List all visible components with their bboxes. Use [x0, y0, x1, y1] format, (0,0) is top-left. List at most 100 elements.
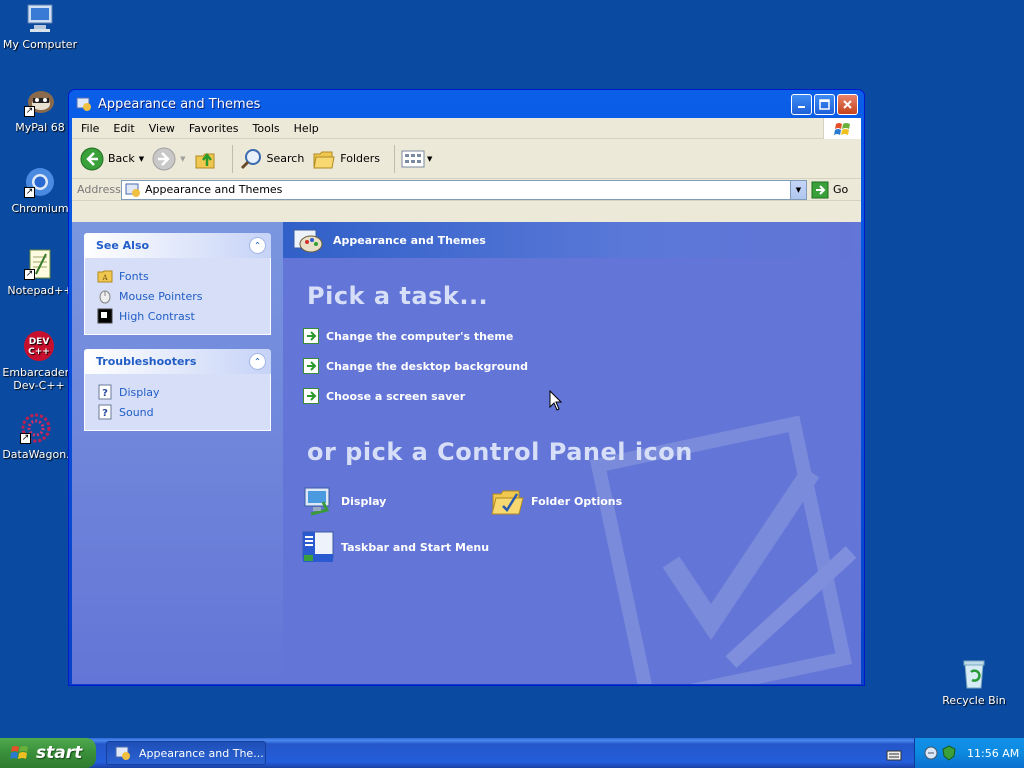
forward-button[interactable]: ▼	[152, 147, 186, 171]
window-client: File Edit View Favorites Tools Help Back…	[72, 118, 861, 684]
cp-icon-taskbar-start-menu[interactable]: Taskbar and Start Menu	[301, 530, 489, 564]
folders-icon	[313, 151, 335, 168]
menu-favorites[interactable]: Favorites	[182, 122, 246, 135]
task-change-background[interactable]: Change the desktop background	[303, 358, 528, 374]
folders-button[interactable]: Folders	[312, 147, 380, 171]
views-icon	[401, 150, 425, 167]
title-bar[interactable]: Appearance and Themes	[72, 90, 861, 118]
see-also-box: See Also ⌃ A Fonts Mouse Pointers High C…	[84, 233, 271, 335]
security-shield-icon[interactable]	[941, 745, 957, 761]
desktop-icon-label: Recycle Bin	[942, 694, 1006, 707]
start-label: start	[36, 743, 83, 763]
system-tray: 11:56 AM	[914, 738, 1024, 768]
clock[interactable]: 11:56 AM	[967, 747, 1019, 760]
troubleshooter-display[interactable]: ? Display	[97, 382, 260, 402]
main-pane: Appearance and Themes Pick a task... Cha…	[283, 222, 861, 684]
mouse-cursor-icon	[549, 390, 563, 411]
troubleshooter-label: Display	[119, 385, 160, 399]
help-icon: ?	[98, 404, 112, 420]
troubleshooter-label: Sound	[119, 405, 154, 419]
go-button[interactable]: Go	[811, 181, 848, 199]
checkmark-watermark-icon	[581, 382, 861, 684]
see-also-mouse-pointers[interactable]: Mouse Pointers	[97, 286, 260, 306]
search-button[interactable]: Search	[239, 147, 304, 171]
minimize-button[interactable]	[791, 93, 812, 115]
cp-icon-label: Taskbar and Start Menu	[341, 540, 490, 554]
folders-label: Folders	[340, 152, 381, 165]
troubleshooter-sound[interactable]: ? Sound	[97, 402, 260, 422]
desktop-icon-my-computer[interactable]: My Computer	[0, 2, 80, 51]
mypal-icon: ↗	[24, 85, 56, 117]
troubleshooters-body: ? Display ? Sound	[84, 374, 271, 431]
pick-task-heading: Pick a task...	[307, 282, 489, 310]
see-also-fonts[interactable]: A Fonts	[97, 266, 260, 286]
task-change-theme[interactable]: Change the computer's theme	[303, 328, 513, 344]
desktop-icon-datawagon[interactable]: ↗ DataWagon.	[0, 412, 78, 461]
shortcut-arrow-icon: ↗	[24, 269, 35, 280]
help-icon: ?	[98, 384, 112, 400]
address-input[interactable]: Appearance and Themes ▼	[121, 179, 807, 200]
close-icon	[843, 99, 852, 109]
see-also-header[interactable]: See Also ⌃	[84, 233, 271, 258]
devcpp-icon: DEV C++	[23, 330, 55, 362]
chromium-icon: ↗	[24, 166, 56, 198]
minimize-icon	[797, 106, 805, 108]
menu-help[interactable]: Help	[287, 122, 326, 135]
network-icon[interactable]	[923, 745, 939, 761]
menu-view[interactable]: View	[142, 122, 182, 135]
troubleshooters-title: Troubleshooters	[96, 355, 197, 368]
menu-edit[interactable]: Edit	[106, 122, 141, 135]
menu-bar: File Edit View Favorites Tools Help	[72, 118, 861, 139]
shortcut-arrow-icon: ↗	[24, 187, 35, 198]
datawagon-icon: ↗	[20, 412, 52, 444]
up-folder-button[interactable]	[194, 147, 218, 171]
explorer-window: Appearance and Themes File Edit View Fav…	[68, 89, 865, 686]
display-icon	[304, 487, 330, 516]
my-computer-icon	[24, 2, 56, 34]
address-bar: Address Appearance and Themes ▼ Go	[72, 179, 861, 201]
desktop-icon-label: DataWagon.	[2, 448, 70, 461]
toolbar-separator	[394, 144, 396, 173]
troubleshooters-box: Troubleshooters ⌃ ? Display ? Sound	[84, 349, 271, 431]
content-panes: See Also ⌃ A Fonts Mouse Pointers High C…	[72, 222, 861, 684]
chevron-down-icon[interactable]: ▼	[139, 155, 144, 163]
task-label: Change the desktop background	[326, 359, 528, 373]
close-button[interactable]	[837, 93, 858, 115]
toolbar-separator	[231, 144, 233, 173]
troubleshooters-header[interactable]: Troubleshooters ⌃	[84, 349, 271, 374]
see-also-high-contrast[interactable]: High Contrast	[97, 306, 260, 326]
svg-text:?: ?	[102, 388, 108, 399]
views-button[interactable]: ▼	[401, 149, 432, 169]
see-also-title: See Also	[96, 239, 150, 252]
see-also-label: Mouse Pointers	[119, 289, 203, 303]
see-also-label: High Contrast	[119, 309, 195, 323]
keyboard-icon[interactable]	[886, 746, 902, 765]
shortcut-arrow-icon: ↗	[24, 106, 35, 117]
green-arrow-icon	[303, 358, 319, 374]
cp-icon-display[interactable]: Display	[301, 484, 386, 518]
start-button[interactable]: start	[0, 738, 96, 768]
maximize-button[interactable]	[814, 93, 835, 115]
collapse-chevron-icon[interactable]: ⌃	[249, 237, 266, 254]
back-button[interactable]: Back ▼	[80, 147, 144, 171]
task-screen-saver[interactable]: Choose a screen saver	[303, 388, 465, 404]
taskbar-window-button[interactable]: Appearance and The...	[106, 741, 266, 765]
desktop-icon-recycle-bin[interactable]: Recycle Bin	[934, 658, 1014, 707]
windows-logo-icon	[823, 118, 861, 139]
task-label: Choose a screen saver	[326, 389, 466, 403]
chevron-down-icon[interactable]: ▼	[180, 155, 185, 163]
shortcut-arrow-icon: ↗	[20, 433, 31, 444]
address-dropdown-icon[interactable]: ▼	[790, 180, 806, 199]
menu-file[interactable]: File	[72, 122, 106, 135]
folder-options-icon	[491, 490, 524, 515]
task-pane: See Also ⌃ A Fonts Mouse Pointers High C…	[72, 222, 283, 684]
cp-icon-folder-options[interactable]: Folder Options	[491, 484, 622, 518]
appearance-themes-icon	[293, 229, 323, 253]
menu-tools[interactable]: Tools	[246, 122, 287, 135]
chevron-down-icon[interactable]: ▼	[427, 155, 432, 163]
high-contrast-icon	[97, 308, 113, 324]
search-icon	[240, 148, 261, 169]
green-arrow-icon	[303, 388, 319, 404]
collapse-chevron-icon[interactable]: ⌃	[249, 353, 266, 370]
up-folder-icon	[195, 152, 214, 168]
